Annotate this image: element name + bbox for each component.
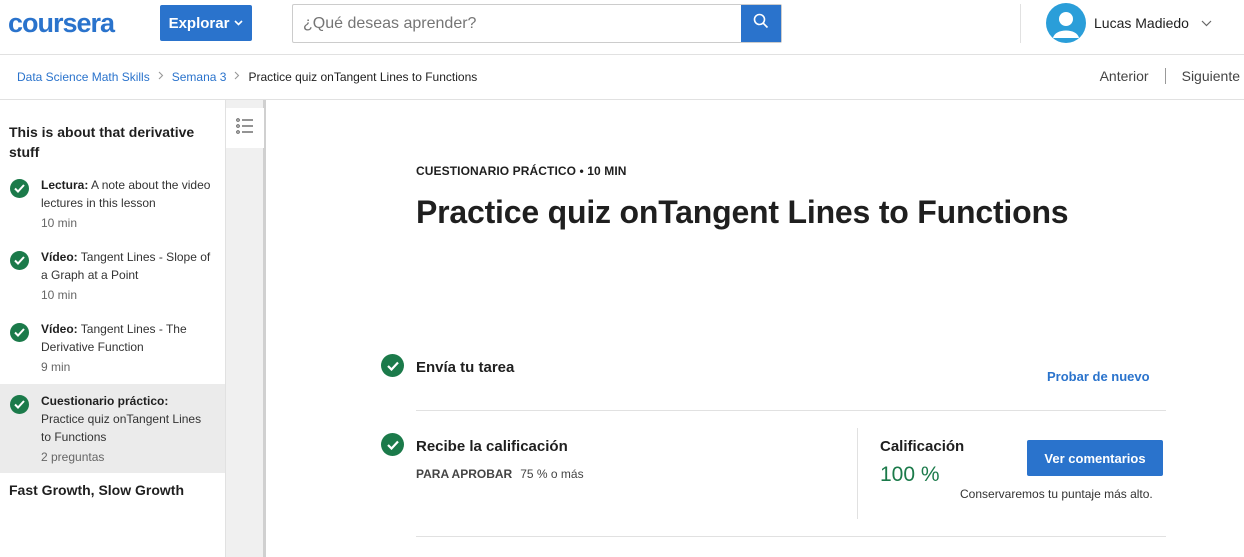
item-meta: 10 min [41, 216, 78, 230]
check-icon [10, 395, 29, 414]
user-name: Lucas Madiedo [1094, 15, 1189, 31]
search-icon [753, 13, 769, 34]
divider [416, 410, 1166, 411]
explore-label: Explorar [168, 14, 230, 32]
item-type: Vídeo: [41, 322, 78, 336]
item-meta: 2 preguntas [41, 450, 105, 464]
explore-button[interactable]: Explorar [160, 5, 252, 41]
search-box [292, 4, 782, 43]
header-divider [1020, 4, 1021, 43]
next-module-title[interactable]: Fast Growth, Slow Growth [9, 482, 184, 498]
check-icon [10, 179, 29, 198]
sidebar-item-text: Vídeo: Tangent Lines - Slope of a Graph … [41, 248, 211, 304]
top-header: coursera Explorar Lucas Madiedo [0, 0, 1244, 55]
module-title: This is about that derivative stuff [9, 124, 195, 160]
chevron-down-icon [234, 18, 243, 29]
chevron-right-icon [158, 71, 164, 83]
search-input[interactable] [293, 5, 741, 42]
item-type: Vídeo: [41, 250, 78, 264]
sidebar: This is about that derivative stuff Lect… [0, 100, 226, 557]
grade-value: 100 % [880, 463, 940, 486]
pass-value: 75 % o más [520, 467, 584, 481]
item-type: Cuestionario práctico: [41, 394, 169, 408]
breadcrumb-week[interactable]: Semana 3 [172, 70, 227, 84]
view-feedback-button[interactable]: Ver comentarios [1027, 440, 1163, 476]
retry-link[interactable]: Probar de nuevo [1047, 369, 1150, 384]
list-icon [236, 117, 254, 139]
keep-score-note: Conservaremos tu puntaje más alto. [960, 487, 1153, 501]
grade-label: Calificación [880, 438, 965, 455]
item-meta: 10 min [41, 288, 78, 302]
item-meta: 9 min [41, 360, 71, 374]
check-icon [381, 433, 404, 456]
user-menu[interactable]: Lucas Madiedo [1046, 3, 1212, 43]
sidebar-item-video-2[interactable]: Vídeo: Tangent Lines - The Derivative Fu… [0, 320, 225, 380]
item-name: Practice quiz onTangent Lines to Functio… [41, 412, 202, 444]
search-button[interactable] [741, 5, 781, 42]
sidebar-item-text: Vídeo: Tangent Lines - The Derivative Fu… [41, 320, 211, 376]
submit-step-label: Envía tu tarea [416, 359, 515, 376]
toc-toggle-button[interactable] [226, 108, 264, 148]
divider [857, 428, 858, 519]
breadcrumb-course[interactable]: Data Science Math Skills [17, 70, 150, 84]
previous-link[interactable]: Anterior [1100, 68, 1149, 84]
chevron-down-icon [1201, 14, 1212, 32]
breadcrumb-bar: Data Science Math Skills Semana 3 Practi… [0, 55, 1244, 100]
item-type: Lectura: [41, 178, 89, 192]
sidebar-item-video-1[interactable]: Vídeo: Tangent Lines - Slope of a Graph … [0, 248, 225, 308]
avatar [1046, 3, 1086, 43]
pass-label: PARA APROBAR [416, 467, 513, 481]
sidebar-item-lecture[interactable]: Lectura: A note about the video lectures… [0, 176, 225, 236]
sidebar-item-text: Lectura: A note about the video lectures… [41, 176, 211, 232]
grade-step-label: Recibe la calificación [416, 438, 568, 455]
next-link[interactable]: Siguiente [1182, 68, 1240, 84]
sidebar-gutter [226, 100, 266, 557]
coursera-logo[interactable]: coursera [8, 8, 115, 39]
pager: Anterior Siguiente [1100, 68, 1240, 84]
check-icon [10, 251, 29, 270]
divider [416, 536, 1166, 537]
breadcrumb-current: Practice quiz onTangent Lines to Functio… [248, 70, 478, 84]
breadcrumb: Data Science Math Skills Semana 3 Practi… [17, 70, 477, 84]
page-title: Practice quiz onTangent Lines to Functio… [416, 194, 1069, 230]
pass-requirement: PARA APROBAR 75 % o más [416, 467, 584, 481]
chevron-right-icon [234, 71, 240, 83]
item-kicker: CUESTIONARIO PRÁCTICO • 10 MIN [416, 164, 627, 178]
sidebar-item-practice-quiz[interactable]: Cuestionario práctico: Practice quiz onT… [0, 384, 225, 473]
pager-divider [1164, 68, 1166, 84]
check-icon [381, 354, 404, 377]
sidebar-item-text: Cuestionario práctico: Practice quiz onT… [41, 392, 211, 466]
check-icon [10, 323, 29, 342]
